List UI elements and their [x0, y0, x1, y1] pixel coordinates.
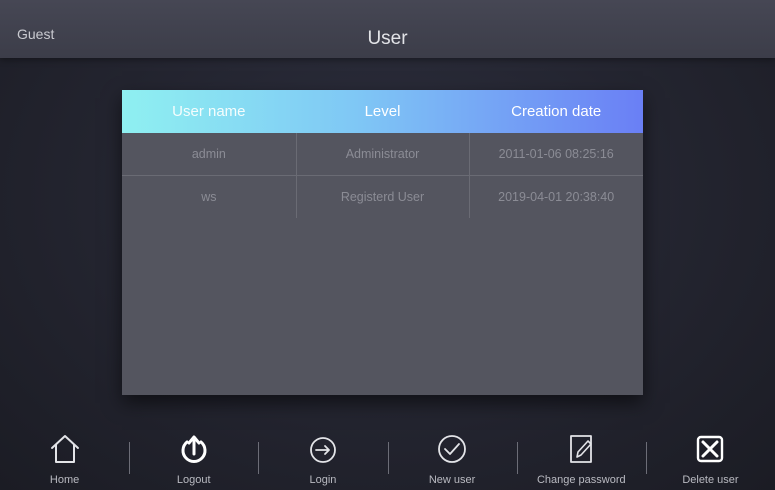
home-icon: [50, 435, 79, 463]
login-label: Login: [309, 474, 337, 486]
cell-creation-date: 2011-01-06 08:25:16: [469, 133, 643, 175]
change-password-label: Change password: [536, 474, 626, 486]
delete-user-label: Delete user: [682, 474, 739, 486]
column-header-level[interactable]: Level: [296, 90, 470, 133]
logout-label: Logout: [176, 474, 211, 486]
delete-user-button[interactable]: Delete user: [645, 430, 775, 490]
user-table-panel: User name Level Creation date admin Admi…: [122, 90, 643, 395]
new-user-label: New user: [428, 474, 476, 486]
change-password-button[interactable]: Change password: [516, 430, 646, 490]
bottom-toolbar: Home Logout Login New user Change passwo…: [0, 430, 775, 490]
new-user-button[interactable]: New user: [387, 430, 517, 490]
power-icon: [181, 435, 207, 463]
close-box-icon: [697, 435, 724, 463]
home-label: Home: [49, 474, 80, 486]
arrow-right-circle-icon: [310, 437, 336, 463]
table-row[interactable]: admin Administrator 2011-01-06 08:25:16: [122, 133, 643, 176]
cell-level: Registerd User: [295, 176, 470, 218]
page-title: User: [367, 28, 408, 49]
check-circle-icon: [438, 435, 466, 463]
cell-user-name: admin: [191, 147, 226, 161]
cell-user-name: ws: [201, 190, 217, 204]
cell-level: Administrator: [295, 133, 470, 175]
cell-creation-date: 2019-04-01 20:38:40: [469, 176, 643, 218]
column-header-creation-date[interactable]: Creation date: [469, 90, 643, 133]
table-row[interactable]: ws Registerd User 2019-04-01 20:38:40: [122, 176, 643, 218]
logout-button[interactable]: Logout: [129, 430, 258, 490]
column-header-user-name[interactable]: User name: [122, 90, 296, 133]
edit-document-icon: [570, 435, 593, 463]
table-header: User name Level Creation date: [122, 90, 643, 133]
login-button[interactable]: Login: [258, 430, 387, 490]
home-button[interactable]: Home: [0, 430, 129, 490]
title-bar: Guest User: [0, 0, 775, 58]
